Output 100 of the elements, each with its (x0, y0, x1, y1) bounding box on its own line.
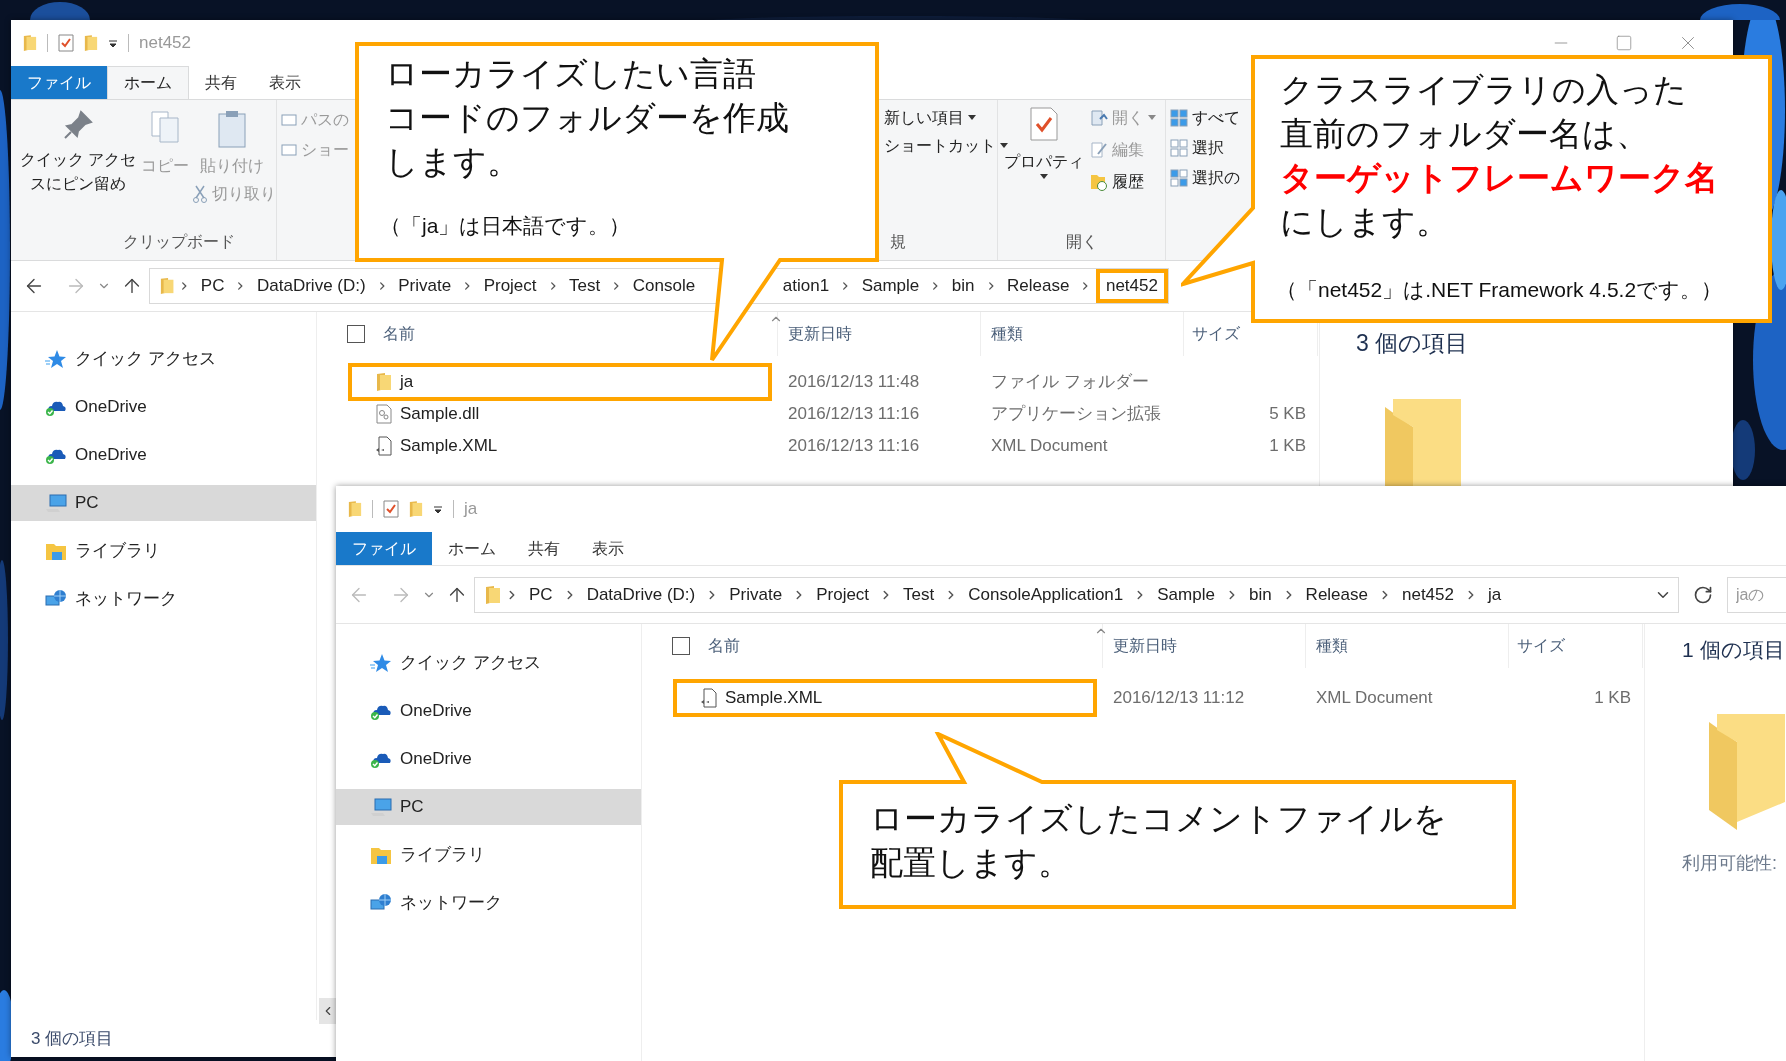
breadcrumb[interactable]: Console (626, 275, 702, 297)
nav-item[interactable]: OneDrive (11, 389, 316, 425)
breadcrumb[interactable]: Sample (855, 275, 926, 297)
breadcrumb[interactable]: ja (1482, 583, 1508, 606)
nav-item[interactable]: PC (336, 789, 641, 825)
properties-icon[interactable] (383, 500, 399, 518)
star-icon (370, 653, 392, 673)
file-type: アプリケーション拡張 (990, 403, 1162, 426)
breadcrumb[interactable]: ation1 (776, 275, 836, 297)
ribbon-button[interactable]: 選択の (1170, 166, 1240, 190)
ribbon-tab[interactable]: 表示 (576, 532, 640, 565)
column-header[interactable]: 種類 (1316, 634, 1348, 658)
address-bar[interactable]: PC DataDrive (D:) Private Project Test Console ation1 Sample bin Release net452 (149, 268, 1169, 304)
modified-date: 2016/12/13 11:16 (787, 403, 921, 426)
callout-text: クラスライブラリの入った (1280, 70, 1687, 110)
column-header[interactable]: 更新日時 (788, 322, 852, 346)
nav-item[interactable]: ライブラリ (336, 837, 641, 873)
pin-button[interactable]: クイック アクセスにピン留め (17, 110, 139, 230)
edit-icon (1090, 141, 1108, 159)
callout-text: コードのフォルダーを作成 (385, 98, 789, 138)
breadcrumb[interactable]: net452 (1396, 583, 1460, 606)
column-header[interactable]: 種類 (991, 322, 1023, 346)
ribbon-tab[interactable]: 共有 (512, 532, 576, 565)
command-icon (281, 142, 297, 158)
breadcrumb[interactable]: PC (194, 275, 231, 297)
computer-icon (370, 797, 392, 817)
document-icon (376, 436, 392, 456)
breadcrumb[interactable]: ConsoleApplication1 (962, 583, 1130, 606)
dropdown-icon[interactable] (433, 504, 443, 514)
outline-grid-icon (1170, 139, 1188, 157)
status-text: 3 個の項目 (31, 1027, 114, 1050)
callout-note: （「ja」は日本語です。） (380, 213, 631, 239)
nav-item[interactable]: OneDrive (336, 741, 641, 777)
breadcrumb[interactable]: DataDrive (D:) (251, 275, 372, 297)
window-title: net452 (139, 32, 191, 55)
breadcrumb[interactable]: Test (563, 275, 607, 297)
callout-text: ローカライズしたい言語 (385, 54, 756, 94)
column-header[interactable]: 名前 (383, 322, 415, 346)
ribbon-button[interactable]: 新しい項目 (884, 106, 976, 130)
nav-item[interactable]: PC (11, 485, 316, 521)
ribbon-tab[interactable]: ホーム (107, 66, 189, 99)
breadcrumb[interactable]: Private (392, 275, 458, 297)
computer-icon (45, 493, 67, 513)
breadcrumb[interactable]: bin (945, 275, 981, 297)
collapse-button[interactable] (319, 998, 337, 1024)
file-name[interactable]: ja (348, 363, 772, 401)
group-label: 規 (889, 232, 907, 252)
breadcrumb[interactable]: Release (1299, 583, 1374, 606)
ribbon-tab[interactable]: ホーム (432, 532, 512, 565)
nav-item[interactable]: クイック アクセス (11, 341, 316, 377)
ribbon-tab[interactable]: 共有 (189, 66, 253, 99)
file-name[interactable]: Sample.XML (673, 679, 1097, 717)
properties-icon[interactable] (58, 34, 74, 52)
nav-item[interactable]: OneDrive (336, 693, 641, 729)
address-bar[interactable]: PC DataDrive (D:) Private Project Test ConsoleApplication1 Sample bin Release net452 ja (474, 576, 1679, 613)
open-icon (1090, 109, 1108, 127)
folder-icon (376, 372, 392, 392)
nav-item[interactable]: OneDrive (11, 437, 316, 473)
nav-item[interactable]: ネットワーク (11, 581, 316, 617)
breadcrumb[interactable]: Project (477, 275, 543, 297)
breadcrumb[interactable]: bin (1242, 583, 1278, 606)
nav-item[interactable]: ライブラリ (11, 533, 316, 569)
breadcrumb[interactable]: Release (1001, 275, 1076, 297)
select-all-checkbox[interactable] (347, 325, 365, 343)
callout-text: ローカライズしたコメントファイルを (870, 799, 1447, 839)
breadcrumb[interactable]: DataDrive (D:) (580, 583, 702, 606)
nav-item[interactable]: ネットワーク (336, 885, 641, 921)
check-document-icon (1029, 106, 1059, 142)
select-all-checkbox[interactable] (672, 637, 690, 655)
breadcrumb[interactable]: Private (723, 583, 789, 606)
breadcrumb[interactable]: Sample (1151, 583, 1221, 606)
breadcrumb[interactable]: PC (523, 583, 559, 606)
modified-date: 2016/12/13 11:48 (787, 371, 921, 394)
dropdown-icon[interactable] (108, 38, 118, 48)
gear-file-icon (376, 404, 392, 424)
folder-icon (1707, 711, 1786, 832)
ribbon-button[interactable]: 履歴 (1090, 170, 1156, 194)
callout-text: ターゲットフレームワーク名 (1280, 158, 1718, 198)
nav-item[interactable]: クイック アクセス (336, 645, 641, 681)
column-header[interactable]: サイズ (1517, 634, 1565, 658)
caret-icon (1040, 174, 1048, 180)
ribbon-button[interactable]: すべて (1170, 106, 1240, 130)
breadcrumb[interactable]: net452 (1095, 269, 1168, 303)
column-header[interactable]: 更新日時 (1113, 634, 1177, 658)
modified-date: 2016/12/13 11:16 (787, 435, 921, 458)
caret-icon (1000, 143, 1008, 149)
file-tab[interactable]: ファイル (11, 66, 107, 99)
folder-icon (23, 34, 37, 52)
file-type: XML Document (990, 435, 1109, 458)
ribbon-tab[interactable]: 表示 (253, 66, 317, 99)
refresh-icon[interactable] (1693, 584, 1713, 605)
column-header[interactable]: 名前 (708, 634, 740, 658)
file-tab[interactable]: ファイル (336, 532, 432, 565)
search-field[interactable]: jaの (1727, 576, 1786, 613)
breadcrumb[interactable]: Test (897, 583, 941, 606)
callout-text: します。 (385, 142, 520, 182)
column-header[interactable]: サイズ (1192, 322, 1240, 346)
library-icon (45, 541, 67, 561)
breadcrumb[interactable]: Project (810, 583, 876, 606)
ribbon-button[interactable]: 選択 (1170, 136, 1224, 160)
